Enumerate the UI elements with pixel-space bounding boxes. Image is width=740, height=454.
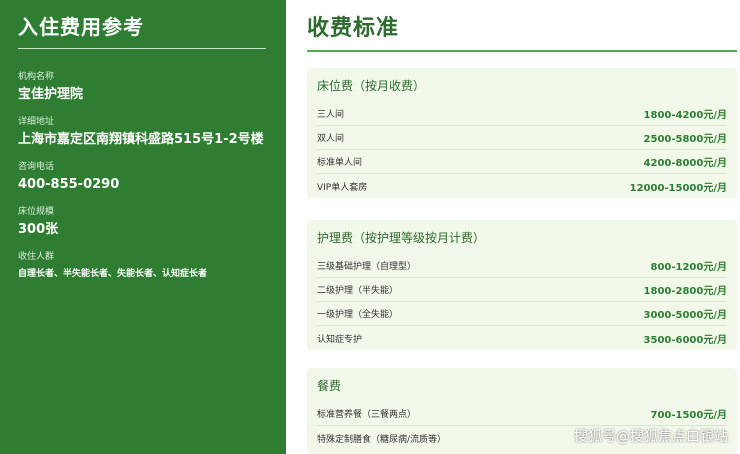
info-label: 床位规模 xyxy=(18,207,55,217)
info-item-beds: 床位规模 300张 xyxy=(18,206,268,239)
fee-row: 标准营养餐（三餐两点） 700-1500元/月 xyxy=(317,402,727,426)
info-label: 详细地址 xyxy=(18,117,55,127)
fee-item-name: 标准单人间 xyxy=(317,158,363,168)
fee-item-name: 特殊定制膳食（糖尿病/流质等） xyxy=(317,434,447,445)
institution-address: 上海市嘉定区南翔镇科盛路515号1-2号楼 xyxy=(18,132,264,147)
resident-types: 自理长者、半失能长者、失能长者、认知症长者 xyxy=(18,269,208,279)
fee-section-bed: 床位费（按月收费） 三人间 1800-4200元/月 双人间 2500-5800… xyxy=(307,68,737,198)
watermark: 搜狐号@搜狐焦点白银站 xyxy=(574,429,728,445)
fee-item-name: 三人间 xyxy=(317,110,345,120)
fee-item-name: 双人间 xyxy=(317,134,345,144)
fee-row: 一级护理（全失能） 3000-5000元/月 xyxy=(317,302,727,326)
fee-row: VIP单人套房 12000-15000元/月 xyxy=(317,174,727,198)
info-item-address: 详细地址 上海市嘉定区南翔镇科盛路515号1-2号楼 xyxy=(18,116,268,149)
section-title: 床位费（按月收费） xyxy=(317,79,426,93)
info-label: 咨询电话 xyxy=(18,162,55,172)
section-title: 餐费 xyxy=(317,379,342,393)
fee-title-divider xyxy=(307,50,737,52)
fee-item-price: 1800-2800元/月 xyxy=(643,286,727,297)
fee-panel: 收费标准 床位费（按月收费） 三人间 1800-4200元/月 双人间 2500… xyxy=(307,0,740,454)
fee-item-price: 12000-15000元/月 xyxy=(629,182,727,194)
fee-item-name: 二级护理（半失能） xyxy=(317,286,399,296)
title-divider xyxy=(18,48,266,49)
info-item-name: 机构名称 宝佳护理院 xyxy=(18,71,268,104)
fee-row: 双人间 2500-5800元/月 xyxy=(317,126,727,150)
fee-row: 二级护理（半失能） 1800-2800元/月 xyxy=(317,278,727,302)
bed-count: 300张 xyxy=(18,222,59,237)
fee-row: 认知症专护 3500-6000元/月 xyxy=(317,326,727,350)
fee-item-price: 800-1200元/月 xyxy=(650,262,727,273)
fee-item-price: 700-1500元/月 xyxy=(650,410,727,421)
fee-item-price: 3000-5000元/月 xyxy=(643,310,727,321)
section-title: 护理费（按护理等级按月计费） xyxy=(317,231,486,245)
institution-name: 宝佳护理院 xyxy=(18,87,84,102)
info-list: 机构名称 宝佳护理院 详细地址 上海市嘉定区南翔镇科盛路515号1-2号楼 咨询… xyxy=(18,71,268,281)
fee-row: 标准单人间 4200-8000元/月 xyxy=(317,150,727,174)
fee-item-name: 一级护理（全失能） xyxy=(317,310,399,320)
fee-item-name: 认知症专护 xyxy=(317,334,363,345)
fee-row: 三人间 1800-4200元/月 xyxy=(317,102,727,126)
info-label: 收住人群 xyxy=(18,252,55,262)
fee-item-price: 4200-8000元/月 xyxy=(643,158,727,169)
fee-item-name: 标准营养餐（三餐两点） xyxy=(317,410,417,420)
info-item-residents: 收住人群 自理长者、半失能长者、失能长者、认知症长者 xyxy=(18,251,268,281)
fee-item-price: 1800-4200元/月 xyxy=(643,110,727,121)
fee-item-name: 三级基础护理（自理型） xyxy=(317,262,417,272)
institution-phone: 400-855-0290 xyxy=(18,177,120,192)
fee-panel-title: 收费标准 xyxy=(307,16,400,41)
fee-item-price: 3500-6000元/月 xyxy=(643,334,727,346)
info-panel-title: 入住费用参考 xyxy=(18,15,144,39)
fee-item-price: 2500-5800元/月 xyxy=(643,134,727,145)
fee-section-care: 护理费（按护理等级按月计费） 三级基础护理（自理型） 800-1200元/月 二… xyxy=(307,220,737,350)
info-label: 机构名称 xyxy=(18,72,55,82)
fee-row: 三级基础护理（自理型） 800-1200元/月 xyxy=(317,254,727,278)
info-item-phone: 咨询电话 400-855-0290 xyxy=(18,161,268,194)
info-panel: 入住费用参考 机构名称 宝佳护理院 详细地址 上海市嘉定区南翔镇科盛路515号1… xyxy=(0,0,286,454)
fee-item-name: VIP单人套房 xyxy=(317,182,368,193)
